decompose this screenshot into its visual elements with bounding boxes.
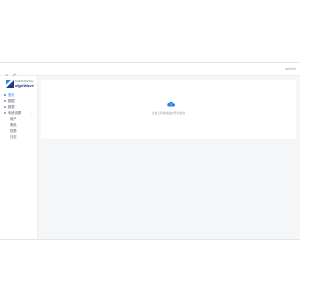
data-icon (4, 100, 6, 102)
logo-icon (6, 80, 14, 88)
cloud-upload-icon[interactable] (167, 101, 175, 107)
home-icon (4, 94, 6, 96)
back-icon[interactable] (4, 66, 10, 79)
submenu-item-label: 用户 (10, 117, 17, 121)
submenu-item-label: 角色 (10, 123, 17, 127)
app-frame: admin CHINA DIGITAL digitWave 首页 数据 报表 系… (0, 62, 300, 240)
submenu-item-label: 权限 (10, 129, 17, 133)
menu-item-label: 数据 (8, 99, 15, 103)
content-panel: 点击上传或拖拽文件到此处 (41, 80, 296, 139)
logo: CHINA DIGITAL digitWave (6, 78, 34, 89)
side-menu: 首页 数据 报表 系统设置 ⌄ 用户 角色 权限 日志 (0, 92, 37, 140)
refresh-icon[interactable] (12, 66, 18, 79)
top-bar: admin (0, 63, 300, 79)
report-icon (4, 106, 6, 108)
sidebar: CHINA DIGITAL digitWave 首页 数据 报表 系统设置 ⌄ (0, 76, 38, 239)
menu-item-label: 首页 (8, 93, 15, 97)
menu-item-label: 系统设置 (8, 111, 22, 115)
settings-icon (4, 112, 6, 114)
submenu-item-label: 日志 (10, 135, 17, 139)
logo-title: digitWave (15, 83, 34, 88)
submenu-item-logs[interactable]: 日志 (0, 134, 37, 140)
upload-hint: 点击上传或拖拽文件到此处 (151, 111, 186, 115)
user-name[interactable]: admin (285, 66, 296, 71)
menu-item-label: 报表 (8, 105, 15, 109)
